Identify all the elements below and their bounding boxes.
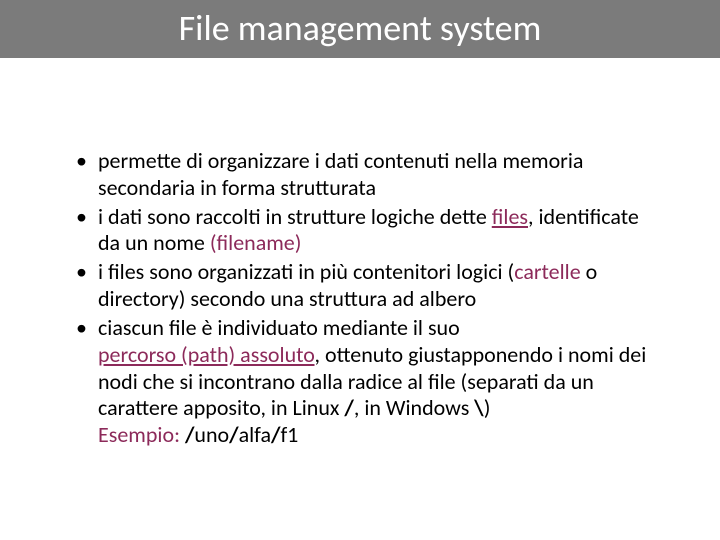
bullet-text: permette di organizzare i dati contenuti… [98, 147, 583, 201]
bullet-text: i dati sono raccolti in strutture logich… [98, 203, 492, 230]
char-slash: / [344, 394, 353, 421]
bullet-list: permette di organizzare i dati contenuti… [70, 148, 660, 449]
example-segment: alfa [239, 421, 271, 448]
keyword-filename: (filename) [210, 229, 302, 256]
bullet-item: i files sono organizzati in più contenit… [70, 259, 660, 313]
slide-title: File management system [40, 6, 680, 50]
bullet-text: ciascun file è individuato mediante il s… [98, 314, 460, 341]
keyword-files: files [492, 203, 528, 230]
example-label: Esempio: [98, 421, 180, 448]
slide-content: permette di organizzare i dati contenuti… [0, 58, 720, 449]
slide: File management system permette di organ… [0, 0, 720, 540]
keyword-path: percorso (path) assoluto [98, 341, 315, 368]
keyword-cartelle: cartelle [514, 258, 580, 285]
bullet-item: permette di organizzare i dati contenuti… [70, 148, 660, 202]
char-backslash: \ [474, 394, 483, 421]
bullet-text: i files sono organizzati in più contenit… [98, 258, 514, 285]
example-segment: uno [194, 421, 229, 448]
bullet-item: i dati sono raccolti in strutture logich… [70, 204, 660, 258]
bullet-item: ciascun file è individuato mediante il s… [70, 315, 660, 449]
example-sep: / [229, 421, 238, 448]
example-segment: f1 [280, 421, 298, 448]
bullet-text: ) [484, 394, 491, 421]
example-sep: / [185, 421, 194, 448]
bullet-text: , in Windows [354, 394, 474, 421]
title-bar: File management system [0, 0, 720, 58]
